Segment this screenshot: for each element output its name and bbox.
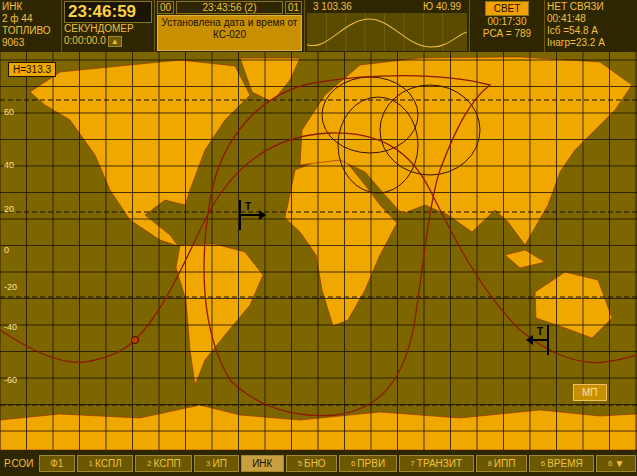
altitude-label: H=313.3 <box>8 62 56 77</box>
clock-cell: 23:46:59 СЕКУНДОМЕР 0:00:00.0 ▲ <box>62 0 155 52</box>
softkey-label: ИПП <box>494 458 516 469</box>
visibility-zone <box>338 97 418 193</box>
landmass <box>300 57 632 245</box>
comm-status: НЕТ СВЯЗИ <box>547 1 635 13</box>
map-button[interactable]: МП <box>573 384 607 401</box>
landmass <box>176 244 263 385</box>
softkey[interactable]: 6 ПРВИ <box>339 455 396 472</box>
landmass <box>30 60 250 246</box>
svg-text:Т: Т <box>537 326 543 337</box>
comm-cell: НЕТ СВЯЗИ 00:41:48 Iсб =54.8 А Iнагр=23.… <box>545 0 637 52</box>
landmass <box>240 58 300 102</box>
softkey-number: 7 <box>410 459 414 468</box>
softkey-number: 6 <box>541 459 545 468</box>
softkey-label: ВРЕМЯ <box>547 458 583 469</box>
visibility-zone <box>322 77 418 153</box>
softkey-number: 8 <box>487 459 491 468</box>
ground-track-screen: ИНК 2 ф 44 ТОПЛИВО 9063 23:46:59 СЕКУНДО… <box>0 0 637 476</box>
softkey-label: ТРАНЗИТ <box>417 458 462 469</box>
softkey-number: 6 <box>351 459 355 468</box>
orbit: 2 ф 44 <box>2 13 59 25</box>
softkey[interactable]: 2 КСПП <box>135 455 192 472</box>
pca: РСА = 789 <box>483 28 531 40</box>
softkey-label: ▼ <box>614 458 624 469</box>
stopwatch-row: 0:00:00.0 ▲ <box>64 35 152 47</box>
softkey[interactable]: 7 ТРАНЗИТ <box>399 455 474 472</box>
world-map: 60 40 20 0 -20 -40 -60 Т Т <box>0 52 637 450</box>
stopwatch-button[interactable]: ▲ <box>108 36 122 47</box>
softkey-label: КСПЛ <box>95 458 122 469</box>
softkey-label: Ф1 <box>50 458 63 469</box>
softkey-number: 1 <box>89 459 93 468</box>
latitude-label: 60 <box>4 107 14 117</box>
light-cell: СВЕТ 00:17:30 РСА = 789 <box>470 0 545 52</box>
map[interactable]: 60 40 20 0 -20 -40 -60 Т Т H=313.3 МП <box>0 52 637 450</box>
orbit-track <box>204 76 490 416</box>
softkey-bar-label: Р.СОИ <box>1 458 37 469</box>
softkey-label: КСПП <box>153 458 180 469</box>
softkey-label: ИНК <box>252 458 272 469</box>
fuel: 9063 <box>2 37 59 49</box>
landmass <box>505 250 545 268</box>
clock: 23:46:59 <box>64 1 152 23</box>
latitude-label: 40 <box>4 160 14 170</box>
load-current: Iнагр=23.2 А <box>547 37 635 49</box>
softkey[interactable]: 6 ВРЕМЯ <box>529 455 594 472</box>
mode: ИНК <box>2 1 59 13</box>
next-index: 01 <box>285 1 302 14</box>
coords-row: 3 103.36 Ю 40.99 <box>307 1 467 13</box>
light-time: 00:17:30 <box>488 16 527 28</box>
softkey-label: ИП <box>212 458 226 469</box>
stopwatch-label: СЕКУНДОМЕР <box>64 23 152 35</box>
visibility-zone <box>380 85 480 175</box>
latitude-label: 0 <box>4 245 9 255</box>
softkey-number: 6 <box>608 459 612 468</box>
battery-current: Iсб =54.8 А <box>547 25 635 37</box>
latitude-label: -40 <box>4 322 17 332</box>
longitude: 3 103.36 <box>313 1 352 13</box>
mode-cell: ИНК 2 ф 44 ТОПЛИВО 9063 <box>0 0 62 52</box>
softkey[interactable]: Ф1 <box>39 455 75 472</box>
orbit-track <box>0 133 637 363</box>
softkey-bar: Р.СОИ Ф11 КСПЛ2 КСПП3 ИП ИНК5 БНО6 ПРВИ7… <box>0 450 637 476</box>
softkey-number: 5 <box>298 459 302 468</box>
softkey[interactable]: 5 БНО <box>286 455 337 472</box>
softkey-number: 3 <box>206 459 210 468</box>
mini-map <box>307 13 467 51</box>
comm-time: 00:41:48 <box>547 13 635 25</box>
latitude-label: 20 <box>4 204 14 214</box>
event-time: 23:43:56 (2) <box>176 1 283 14</box>
softkey[interactable]: 8 ИПП <box>476 455 527 472</box>
softkey-label: БНО <box>304 458 326 469</box>
softkey-label: ПРВИ <box>357 458 385 469</box>
landmass <box>535 272 612 338</box>
latitude-label: -60 <box>4 375 17 385</box>
terminator-marker: Т <box>526 325 548 355</box>
fuel-label: ТОПЛИВО <box>2 25 59 37</box>
svg-text:Т: Т <box>245 201 251 212</box>
message: Установлена дата и время от КС-020 <box>157 15 302 51</box>
stopwatch: 0:00:00.0 <box>64 35 106 47</box>
softkey[interactable]: ИНК <box>241 455 285 472</box>
light-status: СВЕТ <box>485 1 530 16</box>
softkey[interactable]: 1 КСПЛ <box>77 455 133 472</box>
header: ИНК 2 ф 44 ТОПЛИВО 9063 23:46:59 СЕКУНДО… <box>0 0 637 52</box>
event-cell: 00 23:43:56 (2) 01 Установлена дата и вр… <box>155 0 305 52</box>
mini-map-cell: 3 103.36 Ю 40.99 <box>305 0 470 52</box>
station-position <box>132 337 139 344</box>
terminator-marker: Т <box>240 200 266 230</box>
event-row: 00 23:43:56 (2) 01 <box>157 1 302 14</box>
latitude-label: -20 <box>4 282 17 292</box>
softkey-number: 2 <box>147 459 151 468</box>
prev-index: 00 <box>157 1 174 14</box>
latitude: Ю 40.99 <box>423 1 461 13</box>
landmass <box>0 405 637 450</box>
softkey[interactable]: 6 ▼ <box>596 455 636 472</box>
softkey[interactable]: 3 ИП <box>194 455 238 472</box>
